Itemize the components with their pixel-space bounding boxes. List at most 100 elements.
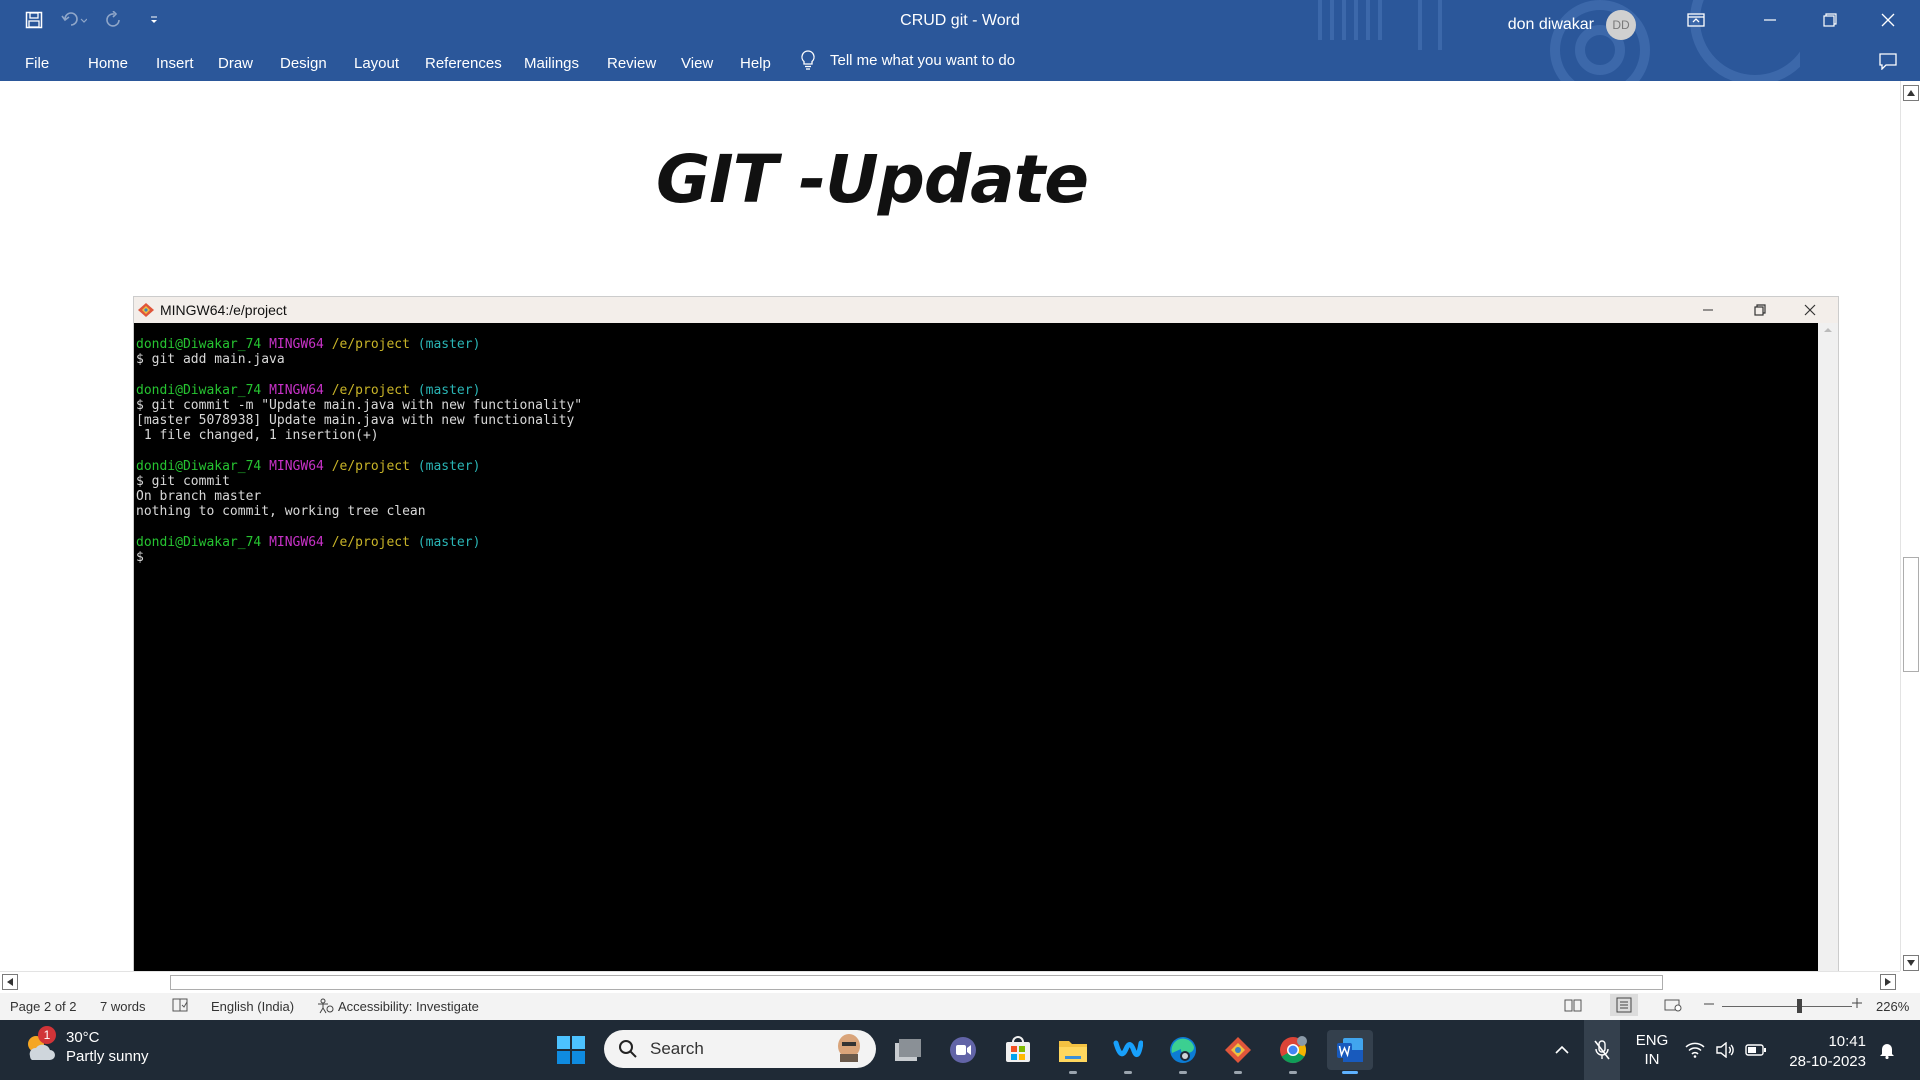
comments-button[interactable]	[1878, 52, 1898, 75]
show-hidden-icons-button[interactable]	[1550, 1020, 1574, 1080]
language-code: ENG	[1635, 1032, 1669, 1049]
running-indicator	[1069, 1071, 1077, 1074]
close-button[interactable]	[1860, 0, 1916, 40]
running-indicator	[1289, 1071, 1297, 1074]
customize-qat-button[interactable]	[140, 8, 168, 32]
save-button[interactable]	[20, 8, 48, 32]
minimize-button[interactable]	[1742, 0, 1798, 40]
word-taskbar-button[interactable]	[1327, 1030, 1373, 1074]
comment-icon	[1879, 53, 1897, 71]
webex-button[interactable]	[1108, 1030, 1148, 1074]
vertical-scrollbar[interactable]	[1900, 81, 1920, 971]
zoom-out-button[interactable]	[1704, 996, 1714, 1015]
tab-help[interactable]: Help	[740, 55, 771, 72]
tab-home[interactable]: Home	[88, 55, 128, 72]
search-highlight-image	[832, 1032, 866, 1067]
microphone-button[interactable]	[1584, 1020, 1620, 1080]
terminal-restore	[1740, 297, 1780, 323]
weather-widget[interactable]: 1 30°C Partly sunny	[22, 1026, 149, 1066]
redo-icon	[106, 11, 120, 27]
tab-layout[interactable]: Layout	[354, 55, 399, 72]
terminal-minimize	[1688, 297, 1728, 323]
zoom-slider-thumb[interactable]	[1797, 999, 1802, 1013]
terminal-prompt-line: dondi@Diwakar_74 MINGW64 /e/project (mas…	[136, 534, 481, 550]
tab-design[interactable]: Design	[280, 55, 327, 72]
clock[interactable]: 10:41 28-10-2023	[1789, 1032, 1866, 1072]
scroll-right-button[interactable]	[1880, 974, 1896, 990]
teams-chat-button[interactable]	[943, 1030, 983, 1070]
tab-references[interactable]: References	[425, 55, 502, 72]
file-explorer-button[interactable]	[1053, 1030, 1093, 1074]
tab-file[interactable]: File	[25, 55, 49, 72]
temperature: 30°C	[66, 1029, 100, 1046]
redo-button[interactable]	[100, 8, 128, 32]
terminal-output-line: On branch master	[136, 489, 262, 505]
edge-button[interactable]	[1163, 1030, 1203, 1074]
word-title-bar: CRUD git - Word don diwakar DD File Home…	[0, 0, 1920, 81]
terminal-command-line: $	[136, 549, 144, 565]
proofing-icon[interactable]	[172, 998, 188, 1015]
notifications-button[interactable]	[1872, 1020, 1902, 1080]
zoom-slider[interactable]	[1722, 1006, 1852, 1007]
quick-settings-button[interactable]	[1684, 1020, 1768, 1080]
bell-icon	[1880, 1044, 1894, 1059]
tell-me-label: Tell me what you want to do	[830, 51, 1016, 69]
microphone-muted-icon	[1594, 1040, 1610, 1060]
chrome-button[interactable]	[1273, 1030, 1313, 1074]
tab-draw[interactable]: Draw	[218, 55, 253, 72]
web-layout-button[interactable]	[1664, 998, 1682, 1015]
chrome-icon	[1280, 1036, 1307, 1064]
chevron-down-icon	[151, 16, 157, 23]
document-canvas[interactable]: GIT -Update MINGW64:/e/project dondi@Diw…	[0, 81, 1900, 971]
zoom-level[interactable]: 226%	[1876, 999, 1909, 1014]
tab-mailings[interactable]: Mailings	[524, 55, 579, 72]
vertical-scroll-thumb[interactable]	[1903, 557, 1919, 672]
read-mode-button[interactable]	[1564, 998, 1582, 1015]
zoom-in-button[interactable]	[1852, 997, 1862, 1012]
close-icon	[1881, 13, 1895, 27]
terminal-close	[1790, 297, 1830, 323]
undo-icon	[61, 12, 87, 26]
edge-icon	[1170, 1037, 1196, 1063]
page-count[interactable]: Page 2 of 2	[10, 999, 77, 1014]
scroll-down-button[interactable]	[1903, 955, 1919, 971]
save-icon	[25, 11, 43, 29]
tab-review[interactable]: Review	[607, 55, 656, 72]
undo-button[interactable]	[60, 8, 88, 32]
horizontal-scroll-thumb[interactable]	[170, 975, 1663, 990]
status-bar: Page 2 of 2 7 words English (India) Acce…	[0, 993, 1920, 1020]
windows-taskbar: 1 30°C Partly sunny Search ENG IN 10:41 …	[0, 1020, 1920, 1080]
print-layout-button[interactable]	[1610, 994, 1638, 1016]
ribbon-display-options-button[interactable]	[1668, 0, 1724, 40]
task-view-button[interactable]	[888, 1030, 928, 1070]
restore-icon	[1823, 13, 1837, 27]
accessibility-icon	[316, 998, 334, 1017]
accessibility-checker[interactable]: Accessibility: Investigate	[338, 999, 479, 1014]
tab-view[interactable]: View	[681, 55, 713, 72]
terminal-title: MINGW64:/e/project	[160, 302, 287, 318]
input-language-button[interactable]: ENG IN	[1630, 1020, 1674, 1080]
scroll-up-button[interactable]	[1903, 85, 1919, 101]
scroll-left-button[interactable]	[2, 974, 18, 990]
running-indicator	[1124, 1071, 1132, 1074]
word-count[interactable]: 7 words	[100, 999, 146, 1014]
weather-icon: 1	[22, 1026, 56, 1064]
taskbar-search[interactable]: Search	[604, 1030, 876, 1068]
account-area[interactable]: don diwakar DD	[1508, 10, 1636, 40]
weather-badge: 1	[38, 1026, 56, 1044]
terminal-command-line: $ git commit -m "Update main.java with n…	[136, 397, 583, 413]
folder-icon	[1059, 1041, 1087, 1062]
horizontal-scrollbar[interactable]	[0, 971, 1900, 991]
search-label: Search	[650, 1039, 704, 1058]
start-button[interactable]	[551, 1030, 591, 1070]
task-view-icon	[895, 1039, 921, 1061]
restore-button[interactable]	[1802, 0, 1858, 40]
terminal-screenshot-image: MINGW64:/e/project dondi@Diwakar_74 MING…	[133, 296, 1839, 971]
tab-insert[interactable]: Insert	[156, 55, 194, 72]
avatar[interactable]: DD	[1606, 10, 1636, 40]
tell-me-search[interactable]: Tell me what you want to do	[800, 50, 1015, 70]
language-indicator[interactable]: English (India)	[211, 999, 294, 1014]
git-gui-button[interactable]	[1218, 1030, 1258, 1074]
scroll-up-icon	[1824, 328, 1832, 332]
microsoft-store-button[interactable]	[998, 1030, 1038, 1070]
